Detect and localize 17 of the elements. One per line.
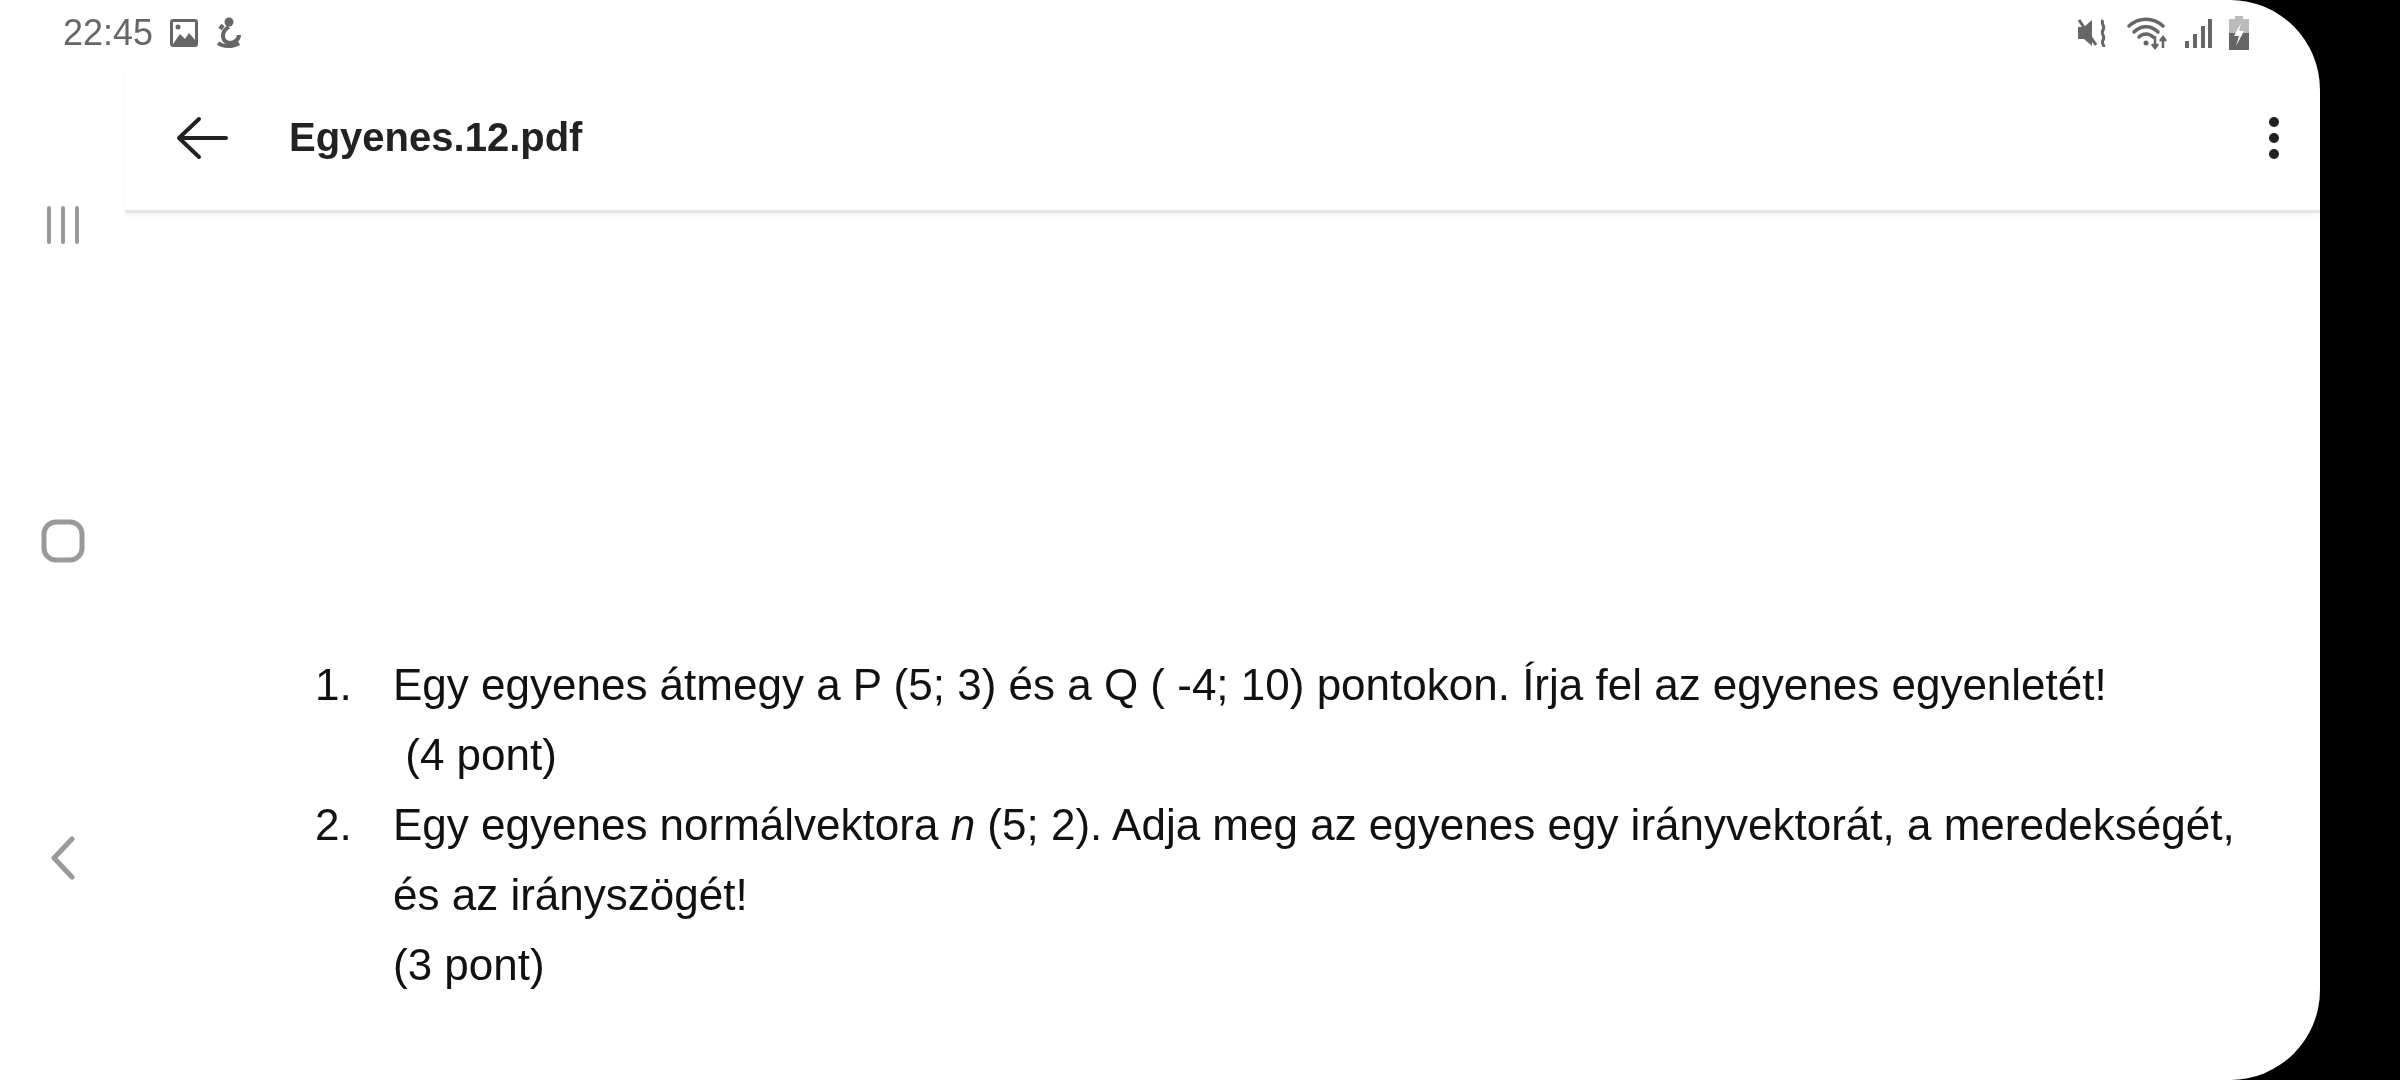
back-button[interactable] bbox=[175, 115, 229, 160]
item-number: 2. bbox=[315, 799, 353, 851]
question-text: Egy egyenes átmegy a P (5; 3) és a Q ( -4; 10) pontokon. Írja fel az egyenes egyenletét! bbox=[393, 659, 2108, 711]
home-icon[interactable] bbox=[40, 518, 85, 563]
points-text: (3 pont) bbox=[393, 939, 546, 991]
question-text: Egy egyenes normálvektora n (5; 2). Adja meg az egyenes egy irányvektorát, a meredekségét, és az irányszögét! bbox=[393, 799, 2236, 921]
figure-icon bbox=[215, 16, 242, 49]
points-text: (4 pont) bbox=[404, 729, 558, 781]
image-icon bbox=[169, 17, 200, 48]
back-icon[interactable] bbox=[49, 836, 76, 880]
item-number: 1. bbox=[315, 659, 353, 711]
wifi-icon bbox=[2126, 15, 2168, 50]
status-time: 22:45 bbox=[63, 11, 154, 54]
document-title: Egyenes.12.pdf bbox=[289, 115, 584, 160]
more-options-icon[interactable] bbox=[2268, 115, 2280, 160]
battery-charging-icon bbox=[2228, 15, 2250, 50]
signal-icon bbox=[2184, 16, 2212, 49]
